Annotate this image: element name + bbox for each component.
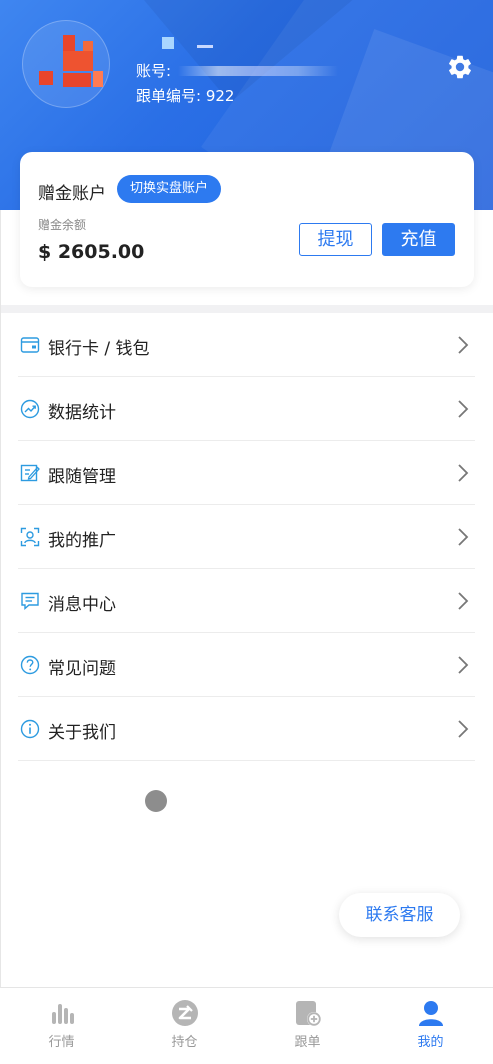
menu-item-follow-management[interactable]: 跟随管理 — [18, 441, 475, 505]
avatar[interactable] — [22, 20, 110, 108]
menu-item-wallet[interactable]: 银行卡 / 钱包 — [18, 313, 475, 377]
chevron-right-icon — [458, 720, 469, 738]
menu-item-label: 跟随管理 — [48, 467, 116, 487]
section-divider — [0, 305, 493, 313]
tab-mine[interactable]: 我的 — [369, 988, 492, 1064]
position-icon — [172, 1000, 198, 1026]
tab-label: 行情 — [48, 1035, 75, 1050]
account-label: 账号: — [136, 62, 172, 80]
menu-item-label: 消息中心 — [48, 595, 116, 615]
edit-icon — [20, 464, 40, 482]
tab-label: 持仓 — [171, 1035, 198, 1050]
trend-icon — [20, 399, 40, 419]
chevron-right-icon — [458, 592, 469, 610]
account-type-title: 赠金账户 — [38, 184, 106, 204]
question-icon — [20, 655, 40, 675]
chevron-right-icon — [458, 656, 469, 674]
menu-item-label: 我的推广 — [48, 531, 116, 551]
chevron-right-icon — [458, 400, 469, 418]
tab-label: 跟单 — [294, 1035, 321, 1050]
balance-value: $ 2605.00 — [38, 241, 145, 263]
chart-bars-icon — [52, 1004, 74, 1024]
user-icon — [419, 1001, 443, 1026]
user-frame-icon — [20, 527, 40, 547]
chevron-right-icon — [458, 336, 469, 354]
tab-follow[interactable]: 跟单 — [246, 988, 369, 1064]
bottom-tab-bar: 行情 持仓 跟单 我的 — [0, 987, 493, 1064]
menu-item-faq[interactable]: 常见问题 — [18, 633, 475, 697]
follow-id-value: 922 — [205, 87, 235, 105]
follow-id: 跟单编号: 922 — [136, 85, 234, 106]
redacted-account-value — [178, 66, 338, 76]
menu-item-label: 数据统计 — [48, 403, 116, 423]
loading-indicator — [145, 790, 167, 812]
menu-item-messages[interactable]: 消息中心 — [18, 569, 475, 633]
menu-item-statistics[interactable]: 数据统计 — [18, 377, 475, 441]
menu-item-about[interactable]: 关于我们 — [18, 697, 475, 761]
switch-account-button[interactable]: 切换实盘账户 — [117, 175, 222, 203]
redacted-mark — [197, 45, 213, 48]
menu-item-promotion[interactable]: 我的推广 — [18, 505, 475, 569]
tab-label: 我的 — [417, 1035, 444, 1050]
message-icon — [21, 592, 39, 611]
recharge-button[interactable]: 充值 — [382, 223, 455, 256]
gear-icon[interactable] — [446, 53, 474, 81]
withdraw-button[interactable]: 提现 — [299, 223, 372, 256]
menu-item-label: 银行卡 / 钱包 — [48, 339, 150, 359]
chevron-right-icon — [458, 464, 469, 482]
info-icon — [20, 719, 40, 739]
account-card: 赠金账户 切换实盘账户 赠金余额 $ 2605.00 提现 充值 — [20, 152, 474, 287]
wallet-icon — [20, 337, 40, 353]
tab-market[interactable]: 行情 — [0, 988, 123, 1064]
redacted-mark — [162, 37, 174, 49]
settings-menu: 银行卡 / 钱包 数据统计 跟随管理 我的推广 消息中心 常见问题 关于我们 — [18, 313, 475, 761]
chevron-right-icon — [458, 528, 469, 546]
page-edge — [0, 210, 1, 987]
menu-item-label: 关于我们 — [48, 723, 116, 743]
balance-label: 赠金余额 — [38, 218, 87, 232]
contact-support-button[interactable]: 联系客服 — [339, 893, 460, 937]
menu-item-label: 常见问题 — [48, 659, 116, 679]
follow-add-icon — [296, 1001, 321, 1026]
follow-id-label: 跟单编号: — [136, 87, 202, 105]
tab-positions[interactable]: 持仓 — [123, 988, 246, 1064]
